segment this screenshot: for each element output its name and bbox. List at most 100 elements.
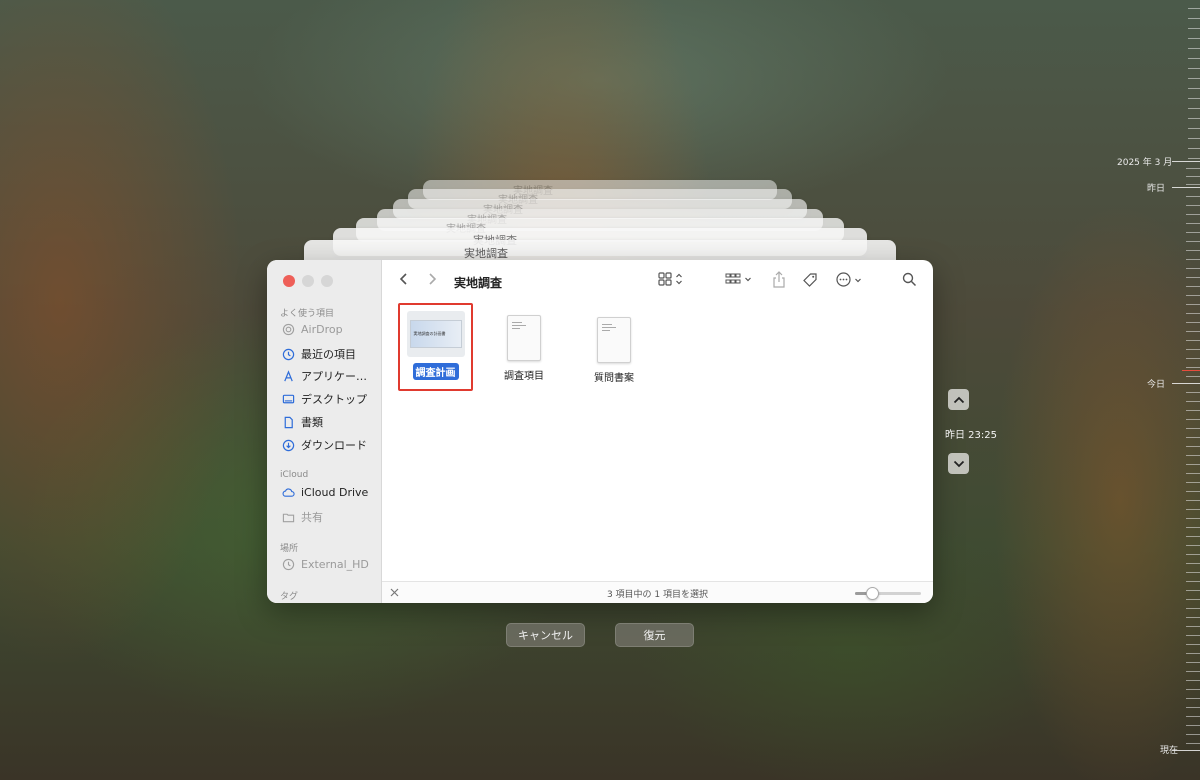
timeline-tick[interactable] xyxy=(1186,295,1200,296)
timeline-tick[interactable] xyxy=(1186,184,1200,185)
timeline-tick[interactable] xyxy=(1186,671,1200,672)
timeline-tick[interactable] xyxy=(1186,473,1200,474)
timeline-tick[interactable] xyxy=(1186,304,1200,305)
timeline-label-now[interactable]: 現在 xyxy=(1160,743,1178,756)
timeline-tick[interactable] xyxy=(1186,482,1200,483)
file-item[interactable]: 調査項目 xyxy=(488,315,560,382)
close-button[interactable] xyxy=(283,275,295,287)
slider-knob[interactable] xyxy=(865,587,879,600)
timeline-tick[interactable] xyxy=(1186,286,1200,287)
timeline-tick[interactable] xyxy=(1186,536,1200,537)
timeline-tick[interactable] xyxy=(1186,680,1200,681)
timeline-tick[interactable] xyxy=(1186,662,1200,663)
timeline-tick[interactable] xyxy=(1186,644,1200,645)
timeline-tick[interactable] xyxy=(1182,370,1200,371)
timeline-tick[interactable] xyxy=(1186,313,1200,314)
timeline-tick[interactable] xyxy=(1186,349,1200,350)
timeline-tick[interactable] xyxy=(1186,545,1200,546)
timeline-tick[interactable] xyxy=(1186,410,1200,411)
timeline-tick[interactable] xyxy=(1186,707,1200,708)
timeline-tick[interactable] xyxy=(1186,626,1200,627)
timeline-tick[interactable] xyxy=(1186,617,1200,618)
timeline-tick[interactable] xyxy=(1186,367,1200,368)
timeline-tick[interactable] xyxy=(1186,734,1200,735)
timeline-label-yesterday[interactable]: 昨日 xyxy=(1147,181,1165,194)
timeline-tick[interactable] xyxy=(1186,277,1200,278)
timeline-tick[interactable] xyxy=(1186,527,1200,528)
restore-button[interactable]: 復元 xyxy=(615,623,694,647)
timeline-tick[interactable] xyxy=(1186,464,1200,465)
timeline-tick[interactable] xyxy=(1186,608,1200,609)
timeline-tick[interactable] xyxy=(1186,331,1200,332)
timeline-tick[interactable] xyxy=(1186,428,1200,429)
timeline-tick[interactable] xyxy=(1186,518,1200,519)
timeline-tick[interactable] xyxy=(1186,437,1200,438)
minimize-button[interactable] xyxy=(302,275,314,287)
sidebar-item-documents[interactable]: 書類 xyxy=(282,414,323,430)
timeline-tick[interactable] xyxy=(1186,176,1200,177)
share-button[interactable] xyxy=(772,271,786,288)
timeline-tick[interactable] xyxy=(1186,322,1200,323)
sidebar-item-airdrop[interactable]: AirDrop xyxy=(282,323,343,336)
timeline-tick[interactable] xyxy=(1186,590,1200,591)
timeline-tick[interactable] xyxy=(1186,446,1200,447)
timeline-tick[interactable] xyxy=(1188,48,1200,49)
timeline-tick[interactable] xyxy=(1186,599,1200,600)
timeline-tick[interactable] xyxy=(1186,259,1200,260)
timeline-tick[interactable] xyxy=(1188,158,1200,159)
timeline-tick[interactable] xyxy=(1188,98,1200,99)
timeline-tick[interactable] xyxy=(1172,383,1200,384)
timeline-tick[interactable] xyxy=(1188,118,1200,119)
timeline-tick[interactable] xyxy=(1186,419,1200,420)
sidebar-item-shared[interactable]: 共有 xyxy=(282,509,323,525)
view-mode-button[interactable] xyxy=(658,272,683,286)
sidebar-item-external-hd[interactable]: External_HD xyxy=(282,558,369,571)
more-actions-button[interactable] xyxy=(836,272,862,287)
tag-button[interactable] xyxy=(802,272,818,288)
forward-button[interactable] xyxy=(427,272,437,286)
timeline-tick[interactable] xyxy=(1172,187,1200,188)
cancel-button[interactable]: キャンセル xyxy=(506,623,585,647)
timeline-tick[interactable] xyxy=(1186,689,1200,690)
timeline-tick[interactable] xyxy=(1188,68,1200,69)
timeline-tick[interactable] xyxy=(1186,196,1200,197)
timeline-tick[interactable] xyxy=(1188,58,1200,59)
back-button[interactable] xyxy=(399,272,409,286)
timeline-tick[interactable] xyxy=(1188,108,1200,109)
timeline-tick[interactable] xyxy=(1186,698,1200,699)
timeline-tick[interactable] xyxy=(1188,148,1200,149)
search-button[interactable] xyxy=(902,272,917,287)
timeline-tick[interactable] xyxy=(1186,268,1200,269)
timeline-tick[interactable] xyxy=(1188,88,1200,89)
timeline-tick[interactable] xyxy=(1188,18,1200,19)
timeline-tick[interactable] xyxy=(1188,38,1200,39)
timeline-tick[interactable] xyxy=(1172,161,1200,162)
timeline-tick[interactable] xyxy=(1186,455,1200,456)
timeline-tick[interactable] xyxy=(1186,358,1200,359)
timeline-tick[interactable] xyxy=(1186,509,1200,510)
timeline-tick[interactable] xyxy=(1186,401,1200,402)
group-button[interactable] xyxy=(725,272,752,286)
older-backup-button[interactable] xyxy=(948,389,969,410)
timeline-tick[interactable] xyxy=(1186,500,1200,501)
sidebar-item-desktop[interactable]: デスクトップ xyxy=(282,391,367,407)
timeline-tick[interactable] xyxy=(1186,250,1200,251)
timeline-tick[interactable] xyxy=(1186,563,1200,564)
timeline-tick[interactable] xyxy=(1186,491,1200,492)
timeline-tick[interactable] xyxy=(1188,138,1200,139)
sidebar-item-icloud-drive[interactable]: iCloud Drive xyxy=(282,486,368,499)
zoom-button[interactable] xyxy=(321,275,333,287)
timeline-tick[interactable] xyxy=(1186,572,1200,573)
timeline-tick[interactable] xyxy=(1186,743,1200,744)
timeline-tick[interactable] xyxy=(1186,340,1200,341)
timeline-tick[interactable] xyxy=(1186,232,1200,233)
timeline-tick[interactable] xyxy=(1186,241,1200,242)
timeline-tick[interactable] xyxy=(1188,78,1200,79)
timeline-tick[interactable] xyxy=(1188,28,1200,29)
timeline-tick[interactable] xyxy=(1186,725,1200,726)
timeline-tick[interactable] xyxy=(1186,376,1200,377)
sidebar-item-applications[interactable]: アプリケー… xyxy=(282,368,367,384)
timeline-label-today[interactable]: 今日 xyxy=(1147,377,1165,390)
icon-size-slider[interactable] xyxy=(855,587,921,600)
timeline-tick[interactable] xyxy=(1186,635,1200,636)
